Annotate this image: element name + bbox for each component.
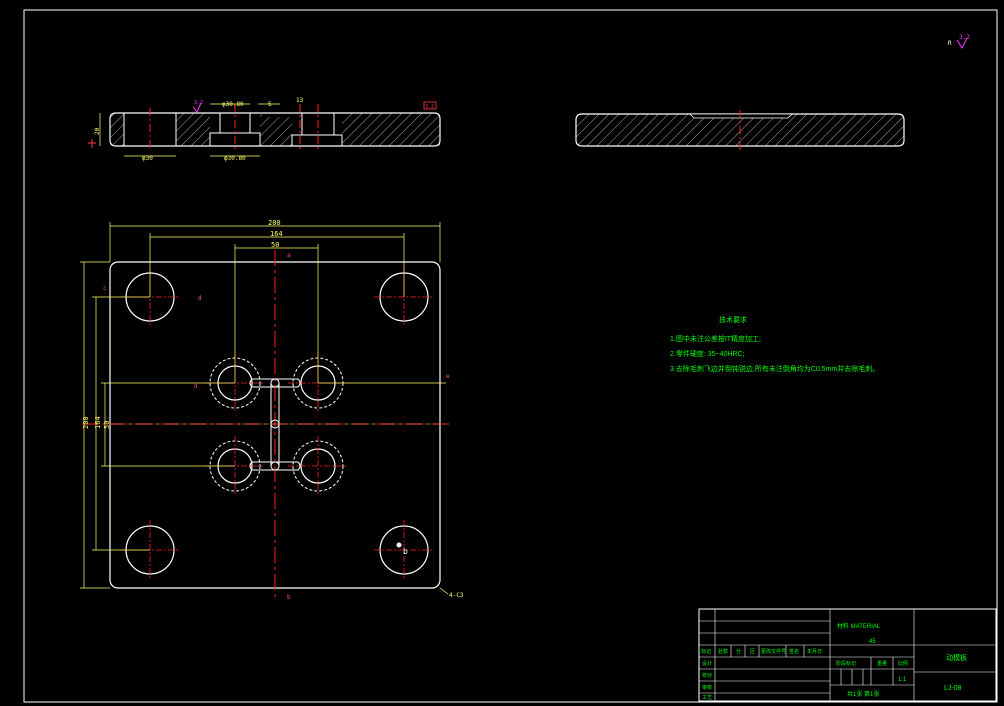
tech-req-item-3: 3.去除毛刺飞边并倒钝锐边,所有未注倒角均为C0.5mm并去除毛刺。	[670, 364, 879, 373]
dim-outer-holes: 164	[270, 230, 283, 238]
row-design: 设计	[702, 660, 712, 667]
scale-value: 1:1	[898, 677, 907, 683]
marker-a: a	[287, 252, 291, 259]
tech-req-item-2: 2.零件硬度: 35~40HRC;	[670, 349, 745, 358]
drawing-number: LJ-08	[944, 685, 962, 692]
tech-req-item-1: 1.图中未注公差按IT精度加工;	[670, 334, 761, 343]
label-stage: 阶段标记	[836, 660, 856, 667]
finish-rest-label: R	[948, 40, 952, 47]
dim-height-50: 50	[103, 421, 111, 429]
chamfer-note: 4-C3	[449, 592, 464, 599]
dim-slot: 5	[268, 101, 272, 108]
material-label: 材料 MATERIAL	[837, 622, 881, 630]
label-scale: 比例	[898, 660, 908, 667]
dim-overall-height: 200	[82, 416, 90, 429]
header-signature: 签名	[789, 648, 799, 655]
marker-d-lower: d	[194, 383, 198, 390]
title-block: 材料 MATERIAL 45 标记 处数 分 区 更改文件号 签名 年月日 设计…	[698, 608, 997, 702]
header-count: 处数	[718, 648, 728, 655]
part-name: 动模板	[946, 653, 967, 662]
dim-hole-top: φ30.80	[222, 101, 244, 108]
side-view	[575, 110, 905, 150]
tech-requirements: 技术要求 1.图中未注公差按IT精度加工; 2.零件硬度: 35~40HRC; …	[670, 315, 879, 373]
header-date: 年月日	[807, 648, 822, 655]
label-weight: 重量	[877, 660, 887, 667]
marker-b: b	[287, 594, 291, 601]
cursor-point	[396, 542, 402, 548]
finish-value: 3.2	[959, 34, 970, 41]
material-value: 45	[869, 639, 876, 645]
row-check: 校对	[702, 672, 712, 679]
section-view: φ30 φ30.80 φ30.80 5 13 20 3.2 3.2	[88, 97, 441, 162]
marker-d: d	[198, 295, 202, 302]
marker-c: c	[103, 285, 107, 292]
surface-finish-symbol: R 3.2	[948, 34, 970, 50]
dim-overall-width: 200	[268, 219, 281, 227]
dim-hole-left: φ30	[142, 155, 153, 162]
dim-height-164: 164	[94, 416, 102, 429]
cursor-marker: b	[403, 547, 408, 556]
sheet-info: 共1张 第1张	[847, 690, 879, 698]
marker-e: e	[446, 373, 450, 380]
dim-thickness: 20	[94, 127, 101, 135]
tech-req-title: 技术要求	[719, 315, 747, 324]
row-process: 工艺	[702, 695, 712, 701]
header-part: 分	[736, 648, 741, 655]
top-view: 200 164 50 200 164 50 4-C3 a b c d e d b	[80, 219, 464, 601]
dim-depth: 13	[296, 97, 304, 104]
header-change-doc: 更改文件号	[761, 648, 786, 655]
cad-drawing: R 3.2 φ30 φ30.80 φ30.80 5 13 20 3.2 3.2 …	[23, 9, 998, 703]
dim-inner-holes: 50	[271, 241, 279, 249]
corner-finish: 3.2	[425, 104, 434, 110]
header-mark: 标记	[701, 648, 711, 655]
row-review: 审核	[702, 684, 712, 691]
section-finish: 3.2	[194, 100, 203, 106]
header-zone: 区	[750, 649, 755, 655]
dim-hole-center: φ30.80	[224, 155, 246, 162]
